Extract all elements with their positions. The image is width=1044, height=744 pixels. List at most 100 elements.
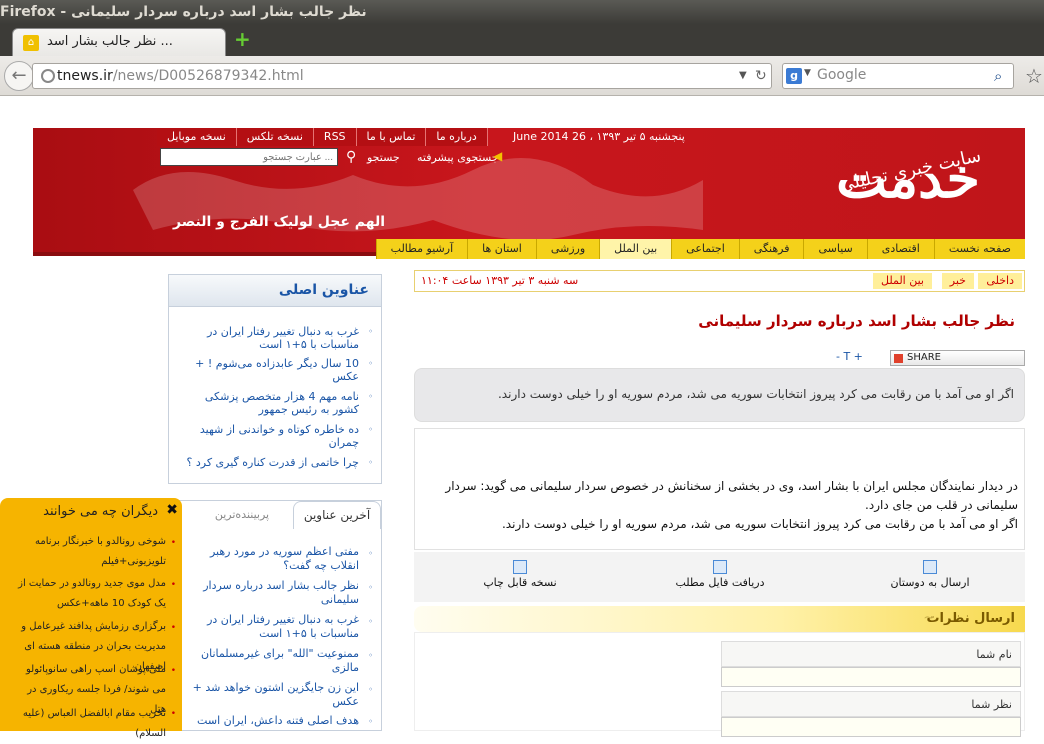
bullet-icon: • [170,666,176,676]
back-arrow-icon[interactable]: ← [4,61,34,91]
nav-international[interactable]: بین الملل [599,239,672,259]
download-file-button[interactable]: دریافت فایل مطلب [665,560,775,589]
header-date: پنجشنبه ۵ تیر ۱۳۹۳ ، 26 June 2014 [513,130,685,143]
document-icon [713,560,727,574]
article-tools: ارسال به دوستان دریافت فایل مطلب نسخه قا… [414,552,1025,602]
bookmark-star-icon[interactable]: ☆ [1025,64,1043,88]
article-body: در دیدار نمایندگان مجلس ایران با بشار اس… [414,428,1025,550]
bullet-icon: ◦ [368,549,373,558]
top-link-rss[interactable]: RSS [313,128,357,146]
share-icon [894,354,903,363]
browser-tab[interactable]: ⌂ نظر جالب بشار اسد ... [12,28,226,56]
print-version-button[interactable]: نسخه قابل چاپ [465,560,575,589]
main-headlines-title: عناوین اصلی [278,282,369,298]
send-to-friends-button[interactable]: ارسال به دوستان [875,560,985,589]
top-links: درباره ما تماس با ما RSS نسخه تلکس نسخه … [157,128,488,146]
headline-item[interactable]: نامه مهم 4 هزار متخصص پزشکی کشور به رئیس… [179,390,359,416]
new-tab-plus-icon[interactable]: + [234,29,252,49]
headline-item[interactable]: غرب به دنبال تغییر رفتار ایران در مناسبا… [179,325,359,351]
nav-archive[interactable]: آرشیو مطالب [375,239,468,259]
breadcrumb-international[interactable]: بین الملل [873,273,932,289]
others-reading-popup: ✖ دیگران چه می خوانند • شوخی رونالدو با … [0,498,182,739]
breadcrumb-domestic[interactable]: داخلی [978,273,1022,289]
nav-home[interactable]: صفحه نخست [933,239,1025,259]
search-icon[interactable]: ⌕ [994,67,1002,85]
share-button[interactable]: SHARE [890,350,1025,366]
breadcrumb: داخلی خبر بین الملل سه شنبه ۳ تیر ۱۳۹۳ س… [414,270,1025,292]
headline-item[interactable]: 10 سال دیگر عابدزاده می‌شوم ! + عکس [179,357,359,383]
url-history-dropdown-icon[interactable]: ▼ [739,64,747,88]
bullet-icon: ◦ [368,425,373,434]
bullet-icon: ◦ [368,717,373,726]
latest-item[interactable]: ممنوعیت "الله" برای غیرمسلمانان مالزی [189,647,359,675]
swirl-icon: ~ [923,610,935,626]
popup-title: دیگران چه می خوانند [43,504,158,519]
tab-title: نظر جالب بشار اسد ... [47,34,173,49]
share-label: SHARE [907,352,941,363]
search-icon[interactable]: ⚲ [346,149,356,165]
nav-culture[interactable]: فرهنگی [738,239,804,259]
bullet-icon: • [170,709,176,719]
close-icon[interactable]: ✖ [166,502,178,518]
nav-economy[interactable]: اقتصادی [866,239,934,259]
main-navigation: صفحه نخست اقتصادی سیاسی فرهنگی اجتماعی ب… [375,239,1025,259]
search-bar[interactable]: g ▼ Google ⌕ [782,63,1014,89]
search-button[interactable]: جستجو [367,151,400,164]
breadcrumb-news[interactable]: خبر [941,273,974,289]
popup-item[interactable]: تخریب مقام ابالفضل العباس (علیه السلام) [10,704,166,744]
bullet-icon: ◦ [368,583,373,592]
comment-section-header: ارسال نظرات ~ [414,606,1025,632]
top-link-mobile[interactable]: نسخه موبایل [157,128,237,146]
latest-item[interactable]: این زن جایگزین اشتون خواهد شد + عکس [189,681,359,709]
latest-headlines-box: آخرین عناوین پربیننده‌ترین ◦ مفتی اعظم س… [178,500,382,731]
publish-date: سه شنبه ۳ تیر ۱۳۹۳ ساعت ۱۱:۰۴ [421,274,579,287]
tab-latest[interactable]: آخرین عناوین [293,501,381,529]
top-link-about[interactable]: درباره ما [426,128,488,146]
nav-social[interactable]: اجتماعی [671,239,739,259]
google-icon[interactable]: g [786,68,802,84]
nav-sports[interactable]: ورزشی [535,239,600,259]
send-to-friends-label: ارسال به دوستان [890,576,970,589]
nav-provinces[interactable]: استان ها [467,239,536,259]
advanced-search-link[interactable]: جستجوی پیشرفته [417,151,499,164]
prayer-text: الهم عجل لولیک الفرج و النصر [173,214,386,230]
name-row: نام شما [721,641,1021,667]
body-text: در دیدار نمایندگان مجلس ایران با بشار اس… [423,477,1018,534]
url-path: /news/D00526879342.html [112,68,304,84]
bullet-icon: ◦ [368,458,373,467]
reload-icon[interactable]: ↻ [755,64,767,88]
nav-politics[interactable]: سیاسی [803,239,867,259]
headline-item[interactable]: چرا خاتمی از قدرت کناره گیری کرد ؟ [179,456,359,469]
window-title: Firefox - نظر جالب بشار اسد درباره سردار… [0,4,367,20]
popup-item[interactable]: شوخی رونالدو با خبرنگار برنامه تلویزیونی… [10,532,166,572]
printer-icon [513,560,527,574]
name-input[interactable] [721,667,1021,687]
popup-item[interactable]: مدل موی جدید رونالدو در حمایت از یک کودک… [10,574,166,614]
latest-item[interactable]: غرب به دنبال تغییر رفتار ایران در مناسبا… [189,613,359,641]
headline-item[interactable]: ده خاطره کوتاه و خواندنی از شهید چمران [179,423,359,449]
comment-input[interactable] [721,717,1021,737]
main-headlines-header: عناوین اصلی [169,275,381,307]
top-link-contact[interactable]: تماس با ما [356,128,427,146]
latest-item[interactable]: مفتی اعظم سوریه در مورد رهبر انقلاب چه گ… [189,545,359,573]
download-file-label: دریافت فایل مطلب [675,576,765,589]
bullet-icon: • [170,538,176,548]
bullet-icon: ◦ [368,392,373,401]
comment-form: نام شما نظر شما [414,632,1025,737]
tab-popular[interactable]: پربیننده‌ترین [197,503,287,527]
comment-title: ارسال نظرات [926,611,1015,626]
latest-item[interactable]: نظر جالب بشار اسد درباره سردار سلیمانی [189,579,359,607]
site-search-input[interactable] [160,148,338,166]
bullet-icon: ◦ [368,651,373,660]
url-bar[interactable]: tnews.ir/news/D00526879342.html ▼ ↻ [32,63,772,89]
font-size-controls[interactable]: - T + [836,350,863,363]
bullet-icon: • [170,623,176,633]
comment-row: نظر شما [721,691,1021,717]
site-logo[interactable]: خدمت سایت خبری تحلیلی [808,145,1008,238]
bullet-icon: • [170,580,176,590]
lead-text: اگر او می آمد با من رقابت می کرد پیروز ا… [497,387,1014,401]
body-paragraph-1: در دیدار نمایندگان مجلس ایران با بشار اس… [445,479,1018,512]
top-link-telex[interactable]: نسخه تلکس [236,128,314,146]
engine-dropdown-icon[interactable]: ▼ [804,68,811,78]
latest-item[interactable]: هدف اصلی فتنه داعش، ایران است [189,714,359,728]
